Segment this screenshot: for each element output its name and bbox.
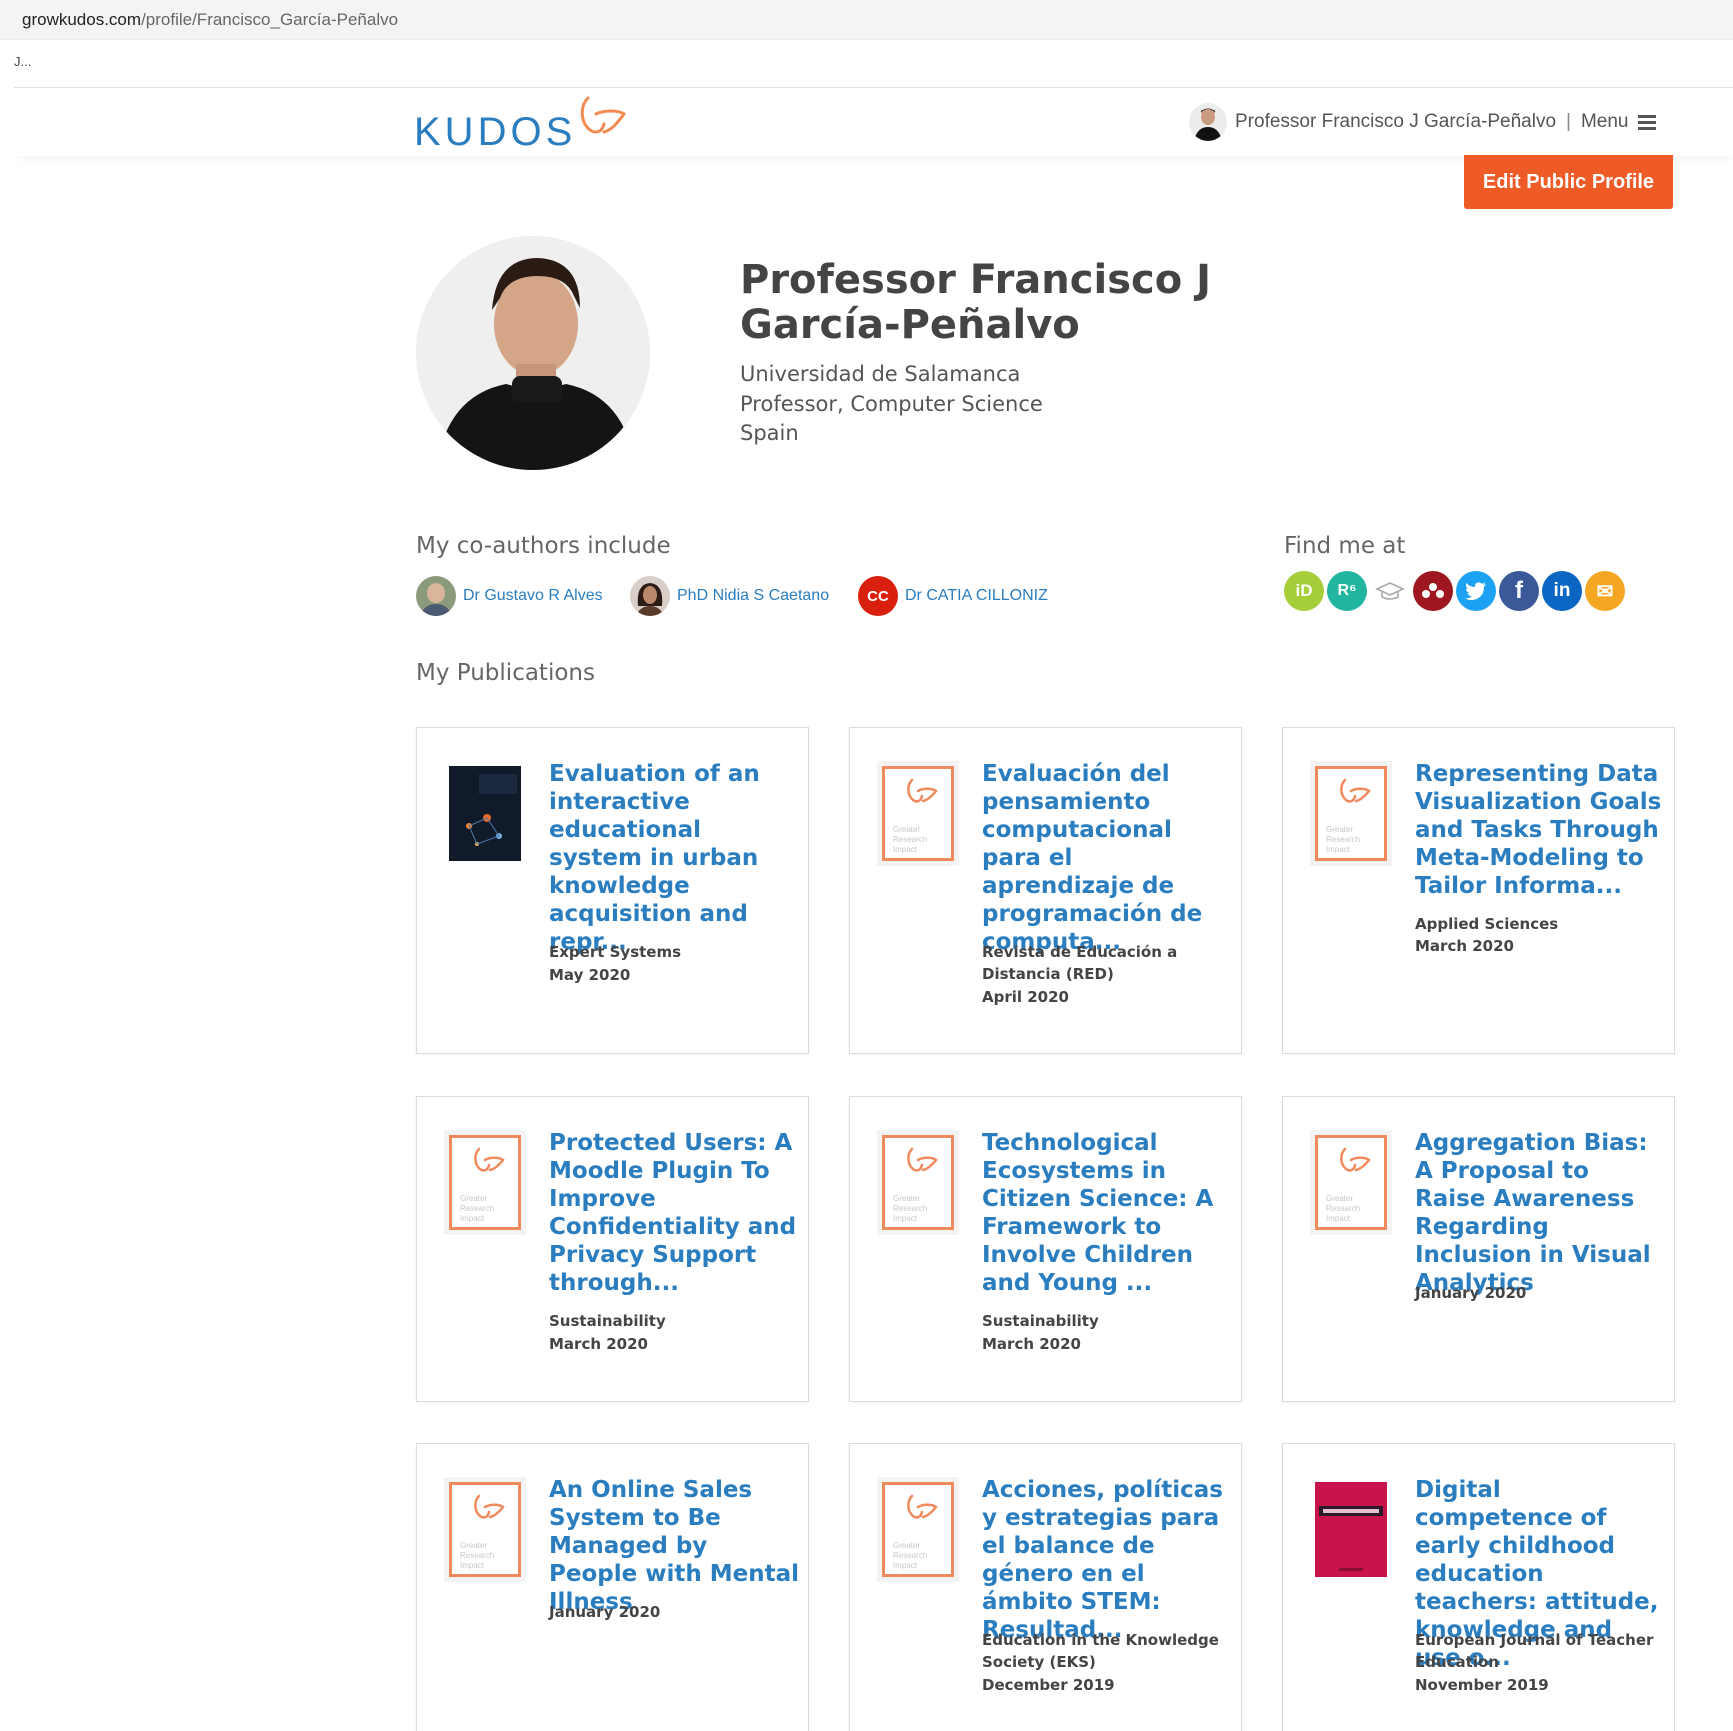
coauthor-avatar (630, 576, 670, 616)
journal-cover-thumbnail (1315, 1482, 1387, 1577)
publication-journal: Sustainability (549, 1312, 666, 1330)
url-text[interactable]: growkudos.com/profile/Francisco_García-P… (22, 10, 398, 30)
publication-title[interactable]: Aggregation Bias: A Proposal to Raise Aw… (1415, 1129, 1665, 1297)
publication-date: March 2020 (982, 1335, 1081, 1353)
user-menu[interactable]: Professor Francisco J García-Peñalvo | M… (1189, 102, 1657, 142)
coauthor-name[interactable]: Dr CATIA CILLONIZ (905, 587, 1048, 605)
address-bar[interactable]: growkudos.com/profile/Francisco_García-P… (0, 0, 1733, 40)
butterfly-icon (1340, 1147, 1371, 1172)
publication-date: November 2019 (1415, 1676, 1549, 1694)
default-cover-thumbnail: Greater Research Impact (449, 1135, 521, 1230)
publication-card[interactable]: Greater Research Impact Protected Users:… (416, 1096, 809, 1402)
publication-date: January 2020 (1415, 1284, 1527, 1302)
researchgate-icon[interactable]: R⁶ (1327, 571, 1367, 611)
default-cover-thumbnail: Greater Research Impact (882, 766, 954, 861)
coauthor-name[interactable]: Dr Gustavo R Alves (463, 587, 603, 605)
publication-journal: Expert Systems (549, 943, 682, 961)
profile-photo (416, 236, 650, 470)
publication-title[interactable]: Technological Ecosystems in Citizen Scie… (982, 1129, 1232, 1297)
default-cover-thumbnail: Greater Research Impact (882, 1482, 954, 1577)
butterfly-icon (474, 1147, 505, 1172)
default-cover-thumbnail: Greater Research Impact (1315, 766, 1387, 861)
coauthor-link[interactable]: CC Dr CATIA CILLONIZ (858, 576, 1048, 616)
url-host: growkudos.com (22, 10, 142, 29)
user-name[interactable]: Professor Francisco J García-Peñalvo (1235, 111, 1556, 133)
publication-journal: Education in the Knowledge Society (EKS) (982, 1631, 1219, 1671)
publication-card[interactable]: Greater Research Impact Evaluación del p… (849, 727, 1242, 1054)
url-path: /profile/Francisco_García-Peñalvo (141, 10, 399, 29)
logo-text: KUDOS (414, 110, 577, 154)
menu-separator: | (1566, 111, 1571, 132)
kudos-logo[interactable]: KUDOS (414, 88, 654, 156)
default-cover-thumbnail: Greater Research Impact (1315, 1135, 1387, 1230)
publication-journal: Sustainability (982, 1312, 1099, 1330)
facebook-icon[interactable]: f (1499, 571, 1539, 611)
publication-date: March 2020 (1415, 937, 1514, 955)
mendeley-icon[interactable] (1413, 571, 1453, 611)
publication-title[interactable]: Evaluation of an interactive educational… (549, 760, 799, 956)
hamburger-icon[interactable] (1638, 115, 1657, 130)
publication-date: March 2020 (549, 1335, 648, 1353)
coauthor-link[interactable]: Dr Gustavo R Alves (416, 576, 603, 616)
profile-position: Professor, Computer Science (740, 392, 1043, 416)
coauthor-avatar (416, 576, 456, 616)
journal-cover-thumbnail (449, 766, 521, 861)
publication-card[interactable]: Greater Research Impact Acciones, políti… (849, 1443, 1242, 1731)
butterfly-icon (474, 1494, 505, 1519)
thumbnail-label: Greater Research Impact (893, 1194, 928, 1223)
email-icon[interactable]: ✉ (1585, 571, 1625, 611)
coauthor-initials-avatar: CC (858, 576, 898, 616)
menu-label[interactable]: Menu (1581, 111, 1629, 133)
default-cover-thumbnail: Greater Research Impact (449, 1482, 521, 1577)
profile-country: Spain (740, 421, 799, 445)
publication-journal: Applied Sciences (1415, 915, 1559, 933)
butterfly-icon (907, 778, 938, 803)
profile-name: Professor Francisco J García-Peñalvo (740, 257, 1211, 348)
thumbnail-label: Greater Research Impact (893, 1541, 928, 1570)
thumbnail-label: Greater Research Impact (1326, 1194, 1361, 1223)
default-cover-thumbnail: Greater Research Impact (882, 1135, 954, 1230)
butterfly-logo-icon (580, 96, 627, 134)
butterfly-icon (907, 1494, 938, 1519)
coauthor-name[interactable]: PhD Nidia S Caetano (677, 587, 829, 605)
thumbnail-label: Greater Research Impact (1326, 825, 1361, 854)
publication-title[interactable]: Acciones, políticas y estrategias para e… (982, 1476, 1232, 1644)
thumbnail-label: Greater Research Impact (460, 1541, 495, 1570)
publication-card[interactable]: Greater Research Impact Aggregation Bias… (1282, 1096, 1675, 1402)
butterfly-icon (1340, 778, 1371, 803)
coauthors-heading: My co-authors include (416, 533, 671, 559)
publication-date: April 2020 (982, 988, 1069, 1006)
publication-journal: Revista de Educación a Distancia (RED) (982, 943, 1178, 983)
publication-date: January 2020 (549, 1603, 661, 1621)
thumbnail-label: Greater Research Impact (893, 825, 928, 854)
profile-institution: Universidad de Salamanca (740, 362, 1021, 386)
publication-title[interactable]: Protected Users: A Moodle Plugin To Impr… (549, 1129, 799, 1297)
orcid-icon[interactable]: iD (1284, 571, 1324, 611)
publication-card[interactable]: Greater Research Impact An Online Sales … (416, 1443, 809, 1731)
publication-card[interactable]: Digital competence of early childhood ed… (1282, 1443, 1675, 1731)
browser-tab-text[interactable]: J... (14, 54, 31, 69)
site-header: KUDOS Professor Francisco J García-Peñal… (14, 88, 1733, 156)
publication-journal: European Journal of Teacher Education (1415, 1631, 1654, 1671)
publication-date: December 2019 (982, 1676, 1115, 1694)
publication-title[interactable]: An Online Sales System to Be Managed by … (549, 1476, 799, 1616)
publication-card[interactable]: Greater Research Impact Technological Ec… (849, 1096, 1242, 1402)
publication-title[interactable]: Representing Data Visualization Goals an… (1415, 760, 1665, 900)
edit-public-profile-button[interactable]: Edit Public Profile (1464, 155, 1673, 209)
butterfly-icon (907, 1147, 938, 1172)
publication-title[interactable]: Evaluación del pensamiento computacional… (982, 760, 1232, 956)
user-avatar[interactable] (1189, 103, 1227, 141)
scholar-cap-icon[interactable] (1370, 571, 1410, 611)
publication-card[interactable]: Greater Research Impact Representing Dat… (1282, 727, 1675, 1054)
thumbnail-label: Greater Research Impact (460, 1194, 495, 1223)
find-me-heading: Find me at (1284, 533, 1406, 559)
twitter-icon[interactable] (1456, 571, 1496, 611)
linkedin-icon[interactable]: in (1542, 571, 1582, 611)
coauthor-link[interactable]: PhD Nidia S Caetano (630, 576, 829, 616)
publication-card[interactable]: Evaluation of an interactive educational… (416, 727, 809, 1054)
publications-heading: My Publications (416, 660, 595, 686)
publication-date: May 2020 (549, 966, 631, 984)
